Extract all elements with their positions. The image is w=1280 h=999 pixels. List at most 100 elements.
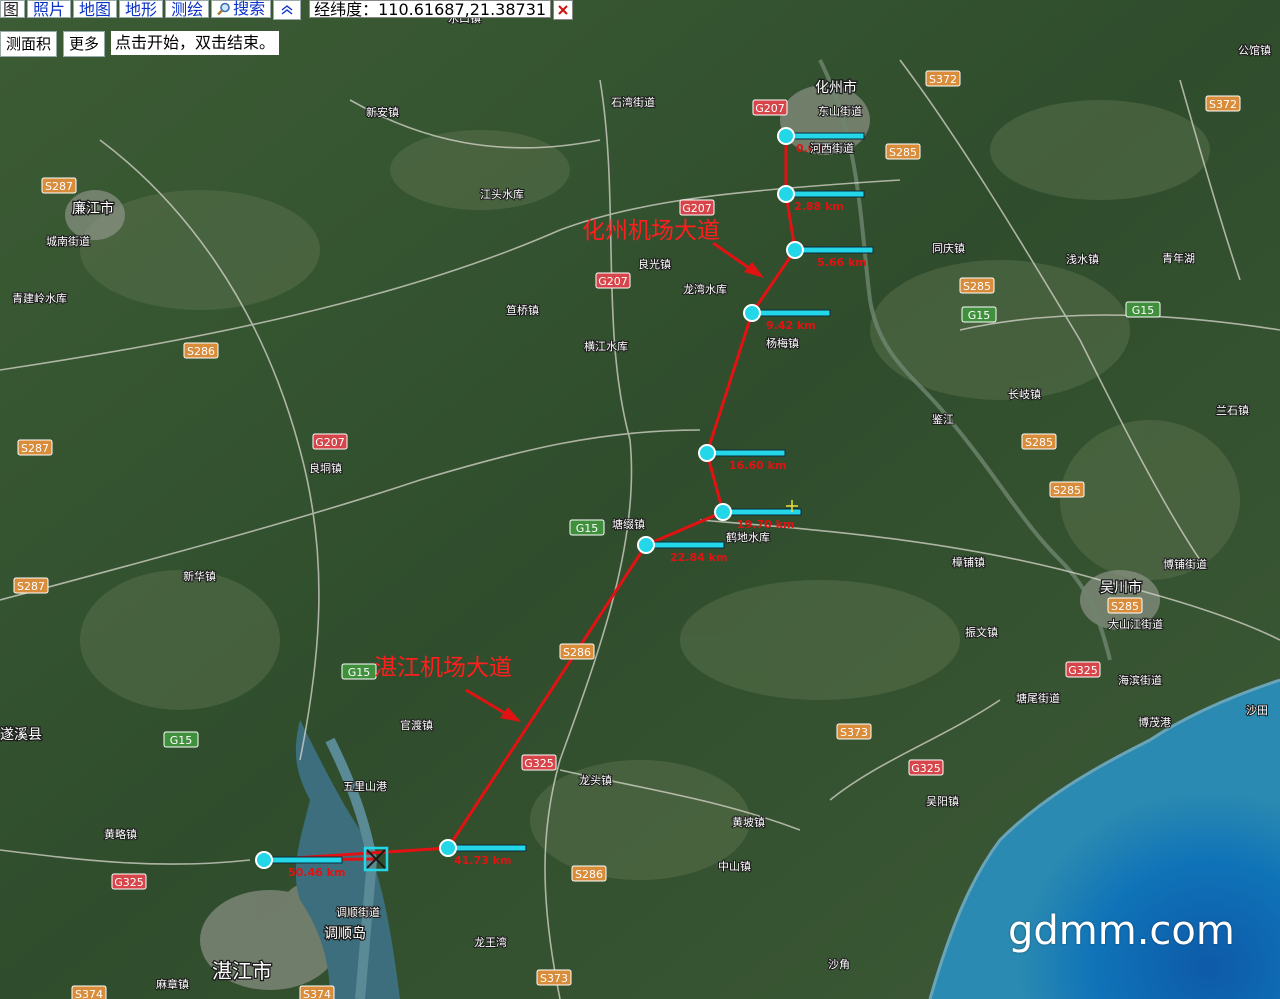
vertex-marker[interactable] — [777, 185, 795, 203]
road-shield: S287 — [41, 177, 77, 194]
town-label: 同庆镇 — [932, 241, 965, 255]
road-shield: G325 — [111, 873, 147, 890]
town-label: 麻章镇 — [156, 977, 189, 991]
tab-photo[interactable]: 照片 — [27, 0, 72, 19]
coordinate-readout: 经纬度：110.61687,21.38731 — [309, 0, 552, 19]
road-shield-label: G325 — [114, 876, 144, 889]
town-label: 城南街道 — [46, 234, 90, 248]
road-shield-label: S286 — [187, 345, 215, 358]
town-label: 官渡镇 — [400, 718, 433, 732]
satellite-map[interactable]: 0.002.88 km5.66 km9.42 km16.60 km19.70 k… — [0, 0, 1280, 999]
road-shield-label: G207 — [315, 436, 345, 449]
town-label: 黄略镇 — [104, 827, 137, 841]
tab-map-type[interactable]: 图 — [0, 0, 26, 19]
town-label: 五里山港 — [343, 780, 387, 793]
road-shield: S285 — [1107, 597, 1143, 614]
annotation-huazhou-airport-road: 化州机场大道 — [582, 218, 720, 244]
town-label: 良垌镇 — [309, 461, 342, 475]
annotation-zhanjiang-airport-road: 湛江机场大道 — [374, 655, 512, 681]
road-shield: S372 — [925, 70, 961, 87]
road-shield-label: S285 — [963, 280, 991, 293]
town-label: 龙湾水库 — [683, 282, 727, 296]
distance-label-bar — [793, 132, 865, 140]
distance-label-bar — [793, 190, 865, 198]
coord-label: 经纬度： — [314, 0, 379, 19]
vertex-marker[interactable] — [637, 536, 655, 554]
distance-label: 2.88 km — [794, 200, 844, 213]
road-shield-label: S285 — [1053, 484, 1081, 497]
vertex-marker[interactable] — [714, 503, 732, 521]
road-shield-label: S287 — [45, 180, 73, 193]
road-shield-label: S287 — [21, 442, 49, 455]
town-label: 横江水库 — [584, 339, 628, 353]
road-shield: G325 — [521, 754, 557, 771]
road-shield: S286 — [183, 342, 219, 359]
road-shield: S285 — [1021, 433, 1057, 450]
road-shield-label: S373 — [840, 726, 868, 739]
tab-terrain[interactable]: 地形 — [119, 0, 164, 19]
town-label: 湛江市 — [212, 959, 272, 983]
road-shield-label: S372 — [929, 73, 957, 86]
town-label: 浅水镇 — [1066, 252, 1099, 266]
road-shield-label: G15 — [1132, 304, 1155, 317]
town-label: 江头水库 — [480, 188, 524, 201]
road-shield-label: G15 — [348, 666, 371, 679]
town-label: 长岐镇 — [1008, 387, 1041, 401]
town-label: 兰石镇 — [1216, 403, 1249, 417]
tab-survey[interactable]: 测绘 — [165, 0, 210, 19]
road-shield: G207 — [679, 199, 715, 216]
town-label: 吴川市 — [1100, 579, 1142, 596]
road-shield-label: S285 — [1025, 436, 1053, 449]
town-label: 龙王湾 — [474, 935, 507, 949]
road-shield-label: S286 — [575, 868, 603, 881]
magnifier-icon — [217, 2, 230, 16]
road-shield: S285 — [1049, 481, 1085, 498]
road-shield-label: G15 — [576, 522, 599, 535]
close-button[interactable] — [553, 0, 574, 20]
town-label: 振文镇 — [965, 625, 998, 639]
town-label: 廉江市 — [72, 200, 114, 217]
town-label: 海滨街道 — [1118, 673, 1162, 687]
vertex-marker[interactable] — [255, 851, 273, 869]
town-label: 中山镇 — [718, 859, 751, 873]
town-label: 博茂港 — [1138, 715, 1171, 729]
town-label: 新安镇 — [366, 105, 399, 119]
map-toolbar: 图 照片 地图 地形 测绘 搜索 经纬度：110.61687,21.38731 — [0, 0, 574, 20]
road-shield-label: S286 — [563, 646, 591, 659]
vertex-marker[interactable] — [743, 304, 761, 322]
road-shield: S286 — [571, 865, 607, 882]
measure-area-button[interactable]: 测面积 — [0, 31, 58, 57]
distance-label: 19.70 km — [737, 518, 794, 531]
road-shield-label: G207 — [755, 102, 785, 115]
distance-label: 16.60 km — [729, 459, 786, 472]
distance-label: 22.84 km — [670, 551, 727, 564]
road-shield: S372 — [1205, 95, 1241, 112]
distance-label-bar — [653, 541, 725, 549]
road-shield-label: S287 — [17, 580, 45, 593]
vertex-marker[interactable] — [698, 444, 716, 462]
more-button[interactable]: 更多 — [63, 31, 106, 57]
road-shield-label: G207 — [682, 202, 712, 215]
coord-value: 110.61687,21.38731 — [378, 0, 547, 19]
town-label: 调顺岛 — [324, 926, 366, 942]
road-shield-label: S372 — [1209, 98, 1237, 111]
town-label: 河西街道 — [810, 141, 854, 155]
town-label: 塘尾街道 — [1016, 691, 1060, 705]
town-label: 大山江街道 — [1108, 617, 1163, 631]
road-shield: G207 — [595, 272, 631, 289]
distance-label: 9.42 km — [766, 319, 816, 332]
town-label: 笪桥镇 — [506, 303, 539, 317]
town-label: 沙田 — [1246, 704, 1268, 717]
town-label: 龙头镇 — [579, 773, 612, 787]
road-shield: G15 — [569, 519, 605, 536]
town-label: 鉴江 — [932, 413, 954, 426]
town-label: 沙角 — [828, 958, 850, 971]
town-label: 杨梅镇 — [766, 336, 799, 350]
vertex-marker[interactable] — [777, 127, 795, 145]
close-x-icon — [558, 5, 568, 15]
vertex-marker[interactable] — [786, 241, 804, 259]
tab-map[interactable]: 地图 — [73, 0, 118, 19]
measure-toolbar: 测面积 更多 点击开始，双击结束。 — [0, 31, 280, 57]
collapse-button[interactable] — [273, 0, 302, 20]
search-button[interactable]: 搜索 — [211, 0, 272, 18]
